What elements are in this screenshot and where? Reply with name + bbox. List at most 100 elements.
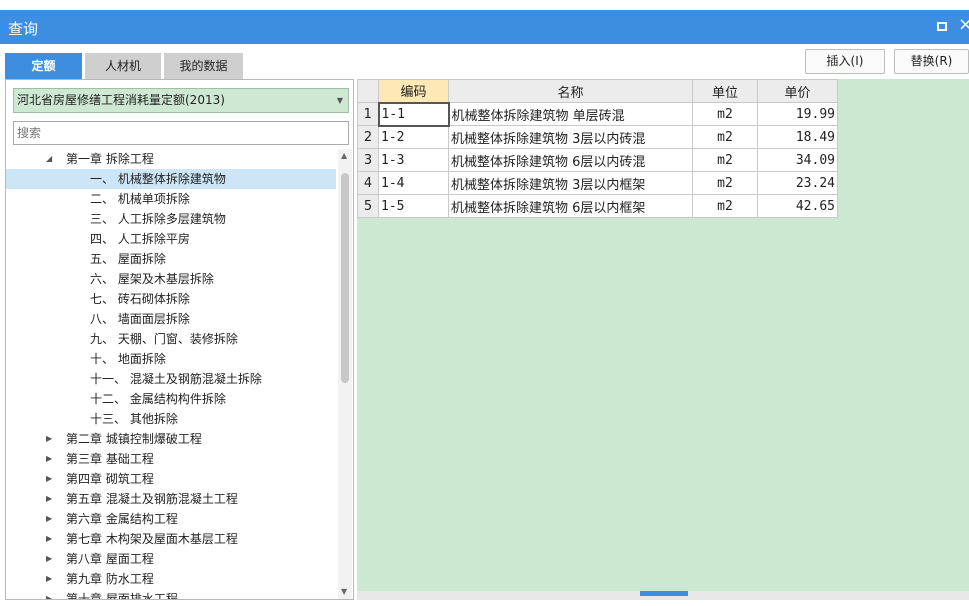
cell-code[interactable]: 1-4 (378, 171, 449, 195)
tree-node-label: 九、 天棚、门窗、装修拆除 (90, 332, 238, 346)
cell-price[interactable]: 19.99 (757, 102, 838, 126)
insert-button[interactable]: 插入(I) (805, 49, 885, 74)
tree-section[interactable]: 二、 机械单项拆除 (6, 189, 336, 209)
search-input[interactable] (13, 121, 349, 145)
cell-price[interactable]: 18.49 (757, 125, 838, 149)
library-select[interactable]: 河北省房屋修缮工程消耗量定额(2013) ▼ (13, 88, 349, 113)
tree-chapter[interactable]: ◢ 第一章 拆除工程 (6, 149, 336, 169)
row-index: 5 (357, 194, 379, 218)
close-icon[interactable]: × (958, 15, 969, 35)
tab-labor-material-machine[interactable]: 人材机 (85, 53, 161, 79)
tree-node-label: 三、 人工拆除多层建筑物 (90, 212, 226, 226)
tree-section[interactable]: 三、 人工拆除多层建筑物 (6, 209, 336, 229)
maximize-icon[interactable] (937, 22, 947, 31)
tree-chapter[interactable]: ▶ 第二章 城镇控制爆破工程 (6, 429, 336, 449)
scroll-down-icon[interactable]: ▼ (341, 587, 347, 596)
collapsed-triangle-icon[interactable]: ▶ (46, 449, 52, 469)
tree-section[interactable]: 十、 地面拆除 (6, 349, 336, 369)
table-row[interactable]: 1 1-1 机械整体拆除建筑物 单层砖混 m2 19.99 (357, 101, 838, 127)
grid-horizontal-scrollbar[interactable] (357, 591, 969, 600)
tree-section[interactable]: 七、 砖石砌体拆除 (6, 289, 336, 309)
collapsed-triangle-icon[interactable]: ▶ (46, 569, 52, 589)
cell-unit[interactable]: m2 (692, 194, 758, 218)
tree-node-label: 二、 机械单项拆除 (90, 192, 190, 206)
collapsed-triangle-icon[interactable]: ▶ (46, 469, 52, 489)
table-row[interactable]: 2 1-2 机械整体拆除建筑物 3层以内砖混 m2 18.49 (357, 125, 838, 149)
tree-section[interactable]: 八、 墙面面层拆除 (6, 309, 336, 329)
tree-section[interactable]: 十三、 其他拆除 (6, 409, 336, 429)
cell-unit[interactable]: m2 (692, 125, 758, 149)
column-header-price[interactable]: 单价 (757, 79, 838, 103)
tree-chapter[interactable]: ▶ 第十章 屋面排水工程 (6, 589, 336, 600)
window-title: 查询 (8, 20, 39, 38)
tree-section[interactable]: 四、 人工拆除平房 (6, 229, 336, 249)
tree-section[interactable]: 五、 屋面拆除 (6, 249, 336, 269)
tree-node-label: 第三章 基础工程 (66, 452, 154, 466)
tree-node-label: 第八章 屋面工程 (66, 552, 154, 566)
quota-table: 编码 名称 单位 单价 1 1-1 机械整体拆除建筑物 单层砖混 m2 19.99 2 1-… (357, 79, 838, 218)
scroll-up-icon[interactable]: ▲ (341, 151, 347, 160)
tree-section[interactable]: 六、 屋架及木基层拆除 (6, 269, 336, 289)
cell-code[interactable]: 1-2 (378, 125, 449, 149)
cell-name[interactable]: 机械整体拆除建筑物 6层以内砖混 (448, 148, 693, 172)
tree-scrollbar[interactable]: ▲ ▼ (338, 149, 352, 599)
tree-node-label: 一、 机械整体拆除建筑物 (90, 172, 226, 186)
tab-quota[interactable]: 定额 (5, 53, 82, 79)
expanded-triangle-icon[interactable]: ◢ (46, 149, 52, 169)
cell-unit[interactable]: m2 (692, 171, 758, 195)
tab-my-data[interactable]: 我的数据 (164, 53, 243, 79)
column-header-name[interactable]: 名称 (448, 79, 693, 103)
row-header-corner (357, 79, 379, 103)
tree-node-label: 五、 屋面拆除 (90, 252, 166, 266)
tree-node-label: 十一、 混凝土及钢筋混凝土拆除 (90, 372, 262, 386)
cell-price[interactable]: 34.09 (757, 148, 838, 172)
table-row[interactable]: 5 1-5 机械整体拆除建筑物 6层以内框架 m2 42.65 (357, 194, 838, 218)
row-index: 1 (357, 102, 379, 126)
collapsed-triangle-icon[interactable]: ▶ (46, 429, 52, 449)
tree-section[interactable]: 九、 天棚、门窗、装修拆除 (6, 329, 336, 349)
left-panel: 河北省房屋修缮工程消耗量定额(2013) ▼ ◢ 第一章 拆除工程一、 机械整体拆… (5, 79, 354, 600)
table-row[interactable]: 4 1-4 机械整体拆除建筑物 3层以内框架 m2 23.24 (357, 171, 838, 195)
cell-price[interactable]: 23.24 (757, 171, 838, 195)
column-header-unit[interactable]: 单位 (692, 79, 758, 103)
tree-section[interactable]: 十二、 金属结构构件拆除 (6, 389, 336, 409)
cell-code[interactable]: 1-3 (378, 148, 449, 172)
scrollbar-thumb[interactable] (341, 173, 349, 383)
title-bar: 查询 × (0, 10, 969, 44)
collapsed-triangle-icon[interactable]: ▶ (46, 509, 52, 529)
cell-name[interactable]: 机械整体拆除建筑物 3层以内框架 (448, 171, 693, 195)
cell-name[interactable]: 机械整体拆除建筑物 6层以内框架 (448, 194, 693, 218)
tree-chapter[interactable]: ▶ 第六章 金属结构工程 (6, 509, 336, 529)
tree-chapter[interactable]: ▶ 第四章 砌筑工程 (6, 469, 336, 489)
collapsed-triangle-icon[interactable]: ▶ (46, 549, 52, 569)
tree-node-label: 十、 地面拆除 (90, 352, 166, 366)
tree-chapter[interactable]: ▶ 第七章 木构架及屋面木基层工程 (6, 529, 336, 549)
cell-name[interactable]: 机械整体拆除建筑物 单层砖混 (448, 102, 693, 126)
cell-unit[interactable]: m2 (692, 102, 758, 126)
tree-section[interactable]: 一、 机械整体拆除建筑物 (6, 169, 336, 189)
collapsed-triangle-icon[interactable]: ▶ (46, 529, 52, 549)
quota-grid: 编码 名称 单位 单价 1 1-1 机械整体拆除建筑物 单层砖混 m2 19.99 2 1-… (357, 79, 969, 600)
tree-section[interactable]: 十一、 混凝土及钢筋混凝土拆除 (6, 369, 336, 389)
cell-unit[interactable]: m2 (692, 148, 758, 172)
collapsed-triangle-icon[interactable]: ▶ (46, 589, 52, 599)
cell-name[interactable]: 机械整体拆除建筑物 3层以内砖混 (448, 125, 693, 149)
tree-chapter[interactable]: ▶ 第五章 混凝土及钢筋混凝土工程 (6, 489, 336, 509)
cell-code[interactable]: 1-1 (377, 101, 450, 127)
tree-node-label: 八、 墙面面层拆除 (90, 312, 190, 326)
tree-node-label: 第六章 金属结构工程 (66, 512, 178, 526)
tree-chapter[interactable]: ▶ 第九章 防水工程 (6, 569, 336, 589)
scrollbar-thumb[interactable] (640, 591, 688, 596)
table-row[interactable]: 3 1-3 机械整体拆除建筑物 6层以内砖混 m2 34.09 (357, 148, 838, 172)
cell-code[interactable]: 1-5 (378, 194, 449, 218)
tree-node-label: 第五章 混凝土及钢筋混凝土工程 (66, 492, 238, 506)
tree-chapter[interactable]: ▶ 第三章 基础工程 (6, 449, 336, 469)
tree-chapter[interactable]: ▶ 第八章 屋面工程 (6, 549, 336, 569)
row-index: 2 (357, 125, 379, 149)
column-header-code[interactable]: 编码 (378, 79, 449, 103)
replace-button[interactable]: 替换(R) (894, 49, 969, 74)
collapsed-triangle-icon[interactable]: ▶ (46, 489, 52, 509)
tree-node-label: 十二、 金属结构构件拆除 (90, 392, 226, 406)
cell-price[interactable]: 42.65 (757, 194, 838, 218)
tree-node-label: 第十章 屋面排水工程 (66, 592, 178, 600)
